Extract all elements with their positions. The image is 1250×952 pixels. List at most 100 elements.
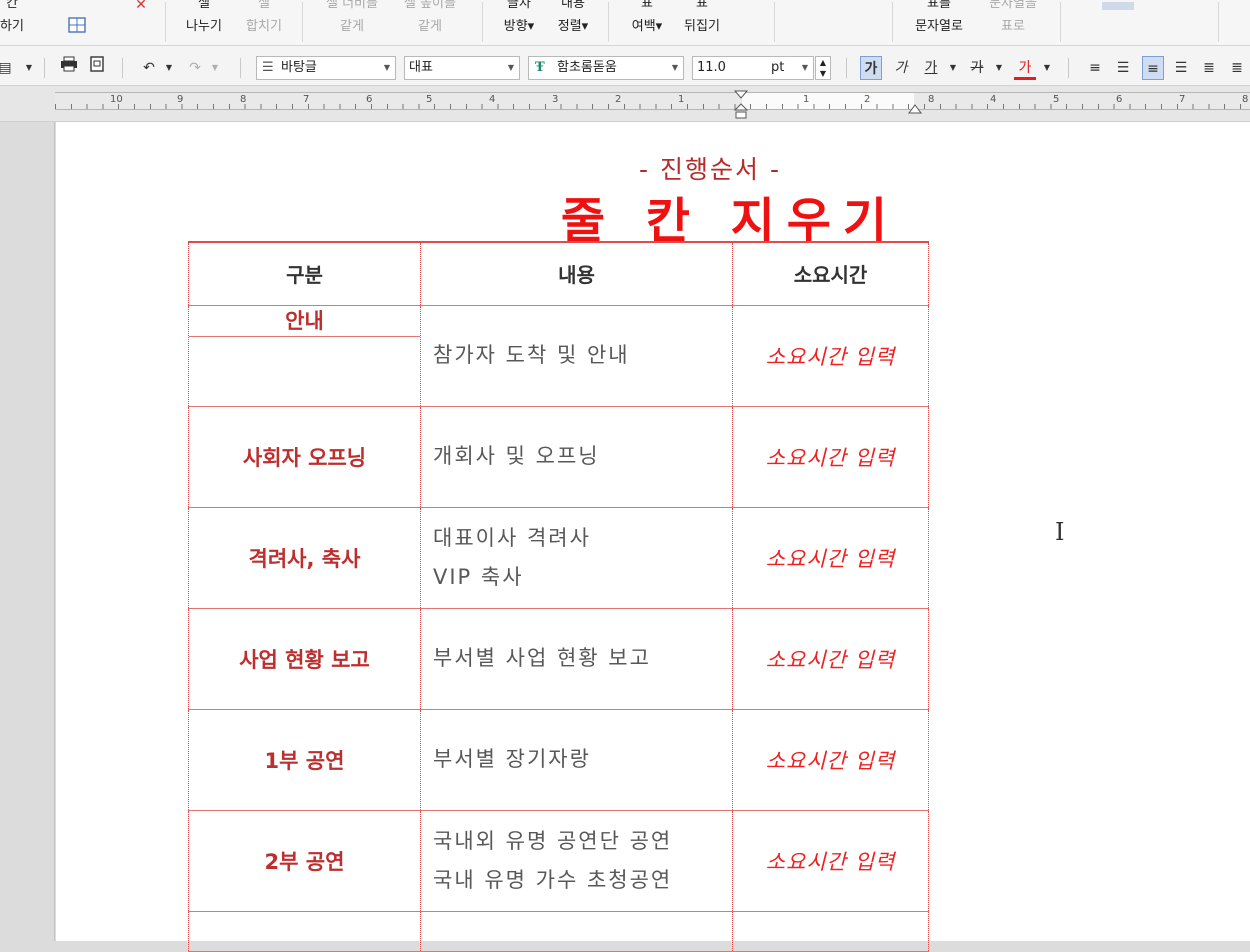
ruler-num: 1 [678, 94, 685, 105]
print-preview-icon[interactable] [86, 56, 108, 80]
table-row: 사회자 오프닝 개회사 및 오프닝 소요시간 입력 [188, 405, 929, 508]
ribbon: 칸 하기 ✕ 셀 나누기 셀 합치기 셀 너비를 같게 셀 높이를 같게 글자 … [0, 0, 1250, 46]
chevron-down-icon: ▼ [801, 63, 808, 72]
redo-dropdown-icon[interactable]: ▼ [204, 56, 226, 80]
category-cell[interactable]: 사회자 오프닝 [188, 405, 421, 508]
text-direction-l2: 방향▾ [503, 19, 535, 34]
content-line: 부서별 사업 현황 보고 [433, 646, 651, 670]
font-select-value: 함초롬돋움 [557, 60, 617, 75]
font-type-icon: Ŧ [535, 60, 545, 75]
font-size-value: 11.0 [697, 60, 726, 75]
underline-button[interactable]: 가 [920, 56, 942, 80]
category-cell[interactable]: 격려사, 축사 [188, 506, 421, 609]
content-line: 국내 유명 가수 초청공연 [433, 867, 673, 892]
distribute-icon[interactable]: ≣ [1198, 56, 1220, 80]
font-size-stepper[interactable]: ▲ ▼ [815, 56, 831, 80]
table-row: 2부 공연 국내외 유명 공연단 공연 국내 유명 가수 초청공연 소요시간 입력 [188, 809, 929, 912]
empty-cell[interactable] [188, 910, 421, 952]
ruler-num: 8 [928, 94, 935, 105]
merge-cell-l2: 합치기 [246, 19, 282, 34]
align-right-icon[interactable]: ☰ [1170, 56, 1192, 80]
category-cell[interactable]: 안내 [189, 306, 420, 337]
split-distribute-icon[interactable]: ≣ [1226, 56, 1248, 80]
category-cell[interactable]: 1부 공연 [188, 708, 421, 811]
ruler-ticks [55, 104, 1250, 109]
empty-cell[interactable] [732, 910, 929, 952]
underline-dropdown-icon[interactable]: ▼ [942, 56, 964, 80]
split-cell-l2: 나누기 [186, 19, 222, 34]
style-select[interactable]: ☰ 바탕글 ▼ [256, 56, 396, 80]
header-cell-time[interactable]: 소요시간 [732, 241, 929, 306]
strike-dropdown-icon[interactable]: ▼ [988, 56, 1010, 80]
content-cell[interactable]: 부서별 장기자랑 [420, 708, 733, 811]
chevron-down-icon: ▼ [383, 63, 390, 72]
content-align-l1: 내용 [561, 0, 585, 11]
table-row: 사업 현황 보고 부서별 사업 현황 보고 소요시간 입력 [188, 607, 929, 710]
header-cell-category[interactable]: 구분 [188, 241, 421, 306]
equal-height-l1: 셀 높이를 [404, 0, 456, 11]
flip-table-l2: 뒤집기 [684, 19, 720, 34]
content-line: 대표이사 격려사 [433, 525, 591, 550]
chevron-down-icon: ▼ [671, 63, 678, 72]
content-cell[interactable]: 국내외 유명 공연단 공연 국내 유명 가수 초청공연 [420, 809, 733, 912]
horizontal-ruler[interactable]: 10 9 8 7 6 5 4 3 2 1 1 2 8 4 5 6 7 8 [0, 86, 1250, 122]
indent-marker-icon[interactable] [733, 88, 749, 120]
category-cell-split[interactable]: 안내 [188, 304, 421, 407]
undo-dropdown-icon[interactable]: ▼ [158, 56, 180, 80]
language-select[interactable]: 대표 ▼ [404, 56, 520, 80]
content-cell[interactable]: 부서별 사업 현황 보고 [420, 607, 733, 710]
table-grid-icon[interactable] [64, 14, 90, 42]
schedule-table[interactable]: 구분 내용 소요시간 안내 참가자 도착 및 안내 소요시간 입력 사회자 오프… [188, 241, 929, 952]
text-to-table-l1: 문자열을 [989, 0, 1037, 11]
table-row: 1부 공연 부서별 장기자랑 소요시간 입력 [188, 708, 929, 811]
category-cell[interactable]: 2부 공연 [188, 809, 421, 912]
print-icon[interactable] [58, 56, 80, 80]
delete-icon: ✕ [135, 0, 147, 13]
header-cell-content[interactable]: 내용 [420, 241, 733, 306]
save-icon[interactable]: ▤ [0, 56, 16, 80]
time-cell[interactable]: 소요시간 입력 [732, 304, 929, 407]
time-cell[interactable]: 소요시간 입력 [732, 809, 929, 912]
style-select-value: 바탕글 [281, 60, 317, 75]
font-select[interactable]: Ŧ 함초롬돋움 ▼ [528, 56, 684, 80]
italic-button[interactable]: 가 [890, 56, 912, 80]
font-color-dropdown-icon[interactable]: ▼ [1036, 56, 1058, 80]
text-to-table-l2: 표로 [1001, 19, 1025, 34]
ruler-num: 5 [1053, 94, 1060, 105]
time-cell[interactable]: 소요시간 입력 [732, 405, 929, 508]
align-center-icon[interactable]: ≡ [1142, 56, 1164, 80]
redo-icon[interactable]: ↷ [184, 56, 206, 80]
align-justify-icon[interactable]: ≡ [1084, 56, 1106, 80]
font-color-button[interactable]: 가 [1014, 56, 1036, 80]
ribbon-btn-0-l2: 하기 [0, 19, 24, 34]
right-margin-marker-icon[interactable] [908, 102, 922, 116]
content-align-l2: 정렬▾ [557, 19, 589, 34]
equal-width-l1: 셀 너비를 [326, 0, 378, 11]
undo-icon[interactable]: ↶ [138, 56, 160, 80]
ruler-num: 9 [177, 94, 184, 105]
ribbon-selected-icon[interactable] [1102, 2, 1134, 10]
ruler-num: 10 [110, 94, 123, 105]
ruler-num: 7 [1179, 94, 1186, 105]
ruler-num: 4 [489, 94, 496, 105]
table-to-text-l2: 문자열로 [915, 19, 963, 34]
font-size-field[interactable]: 11.0 pt ▼ [692, 56, 814, 80]
category-cell[interactable]: 사업 현황 보고 [188, 607, 421, 710]
content-cell[interactable]: 참가자 도착 및 안내 [420, 304, 733, 407]
ruler-num: 8 [1242, 94, 1249, 105]
save-dropdown-icon[interactable]: ▼ [18, 56, 40, 80]
time-cell[interactable]: 소요시간 입력 [732, 708, 929, 811]
strike-button[interactable]: 가 [966, 56, 988, 80]
align-left-icon[interactable]: ☰ [1112, 56, 1134, 80]
content-cell[interactable]: 대표이사 격려사 VIP 축사 [420, 506, 733, 609]
empty-cell[interactable] [420, 910, 733, 952]
content-cell[interactable]: 개회사 및 오프닝 [420, 405, 733, 508]
time-cell[interactable]: 소요시간 입력 [732, 607, 929, 710]
text-direction-l1: 글자 [507, 0, 531, 11]
table-row-partial [188, 910, 929, 952]
time-cell[interactable]: 소요시간 입력 [732, 506, 929, 609]
table-margin-l2: 여백▾ [631, 19, 663, 34]
left-gutter [0, 122, 55, 941]
bold-button[interactable]: 가 [860, 56, 882, 80]
ruler-num: 1 [803, 94, 810, 105]
